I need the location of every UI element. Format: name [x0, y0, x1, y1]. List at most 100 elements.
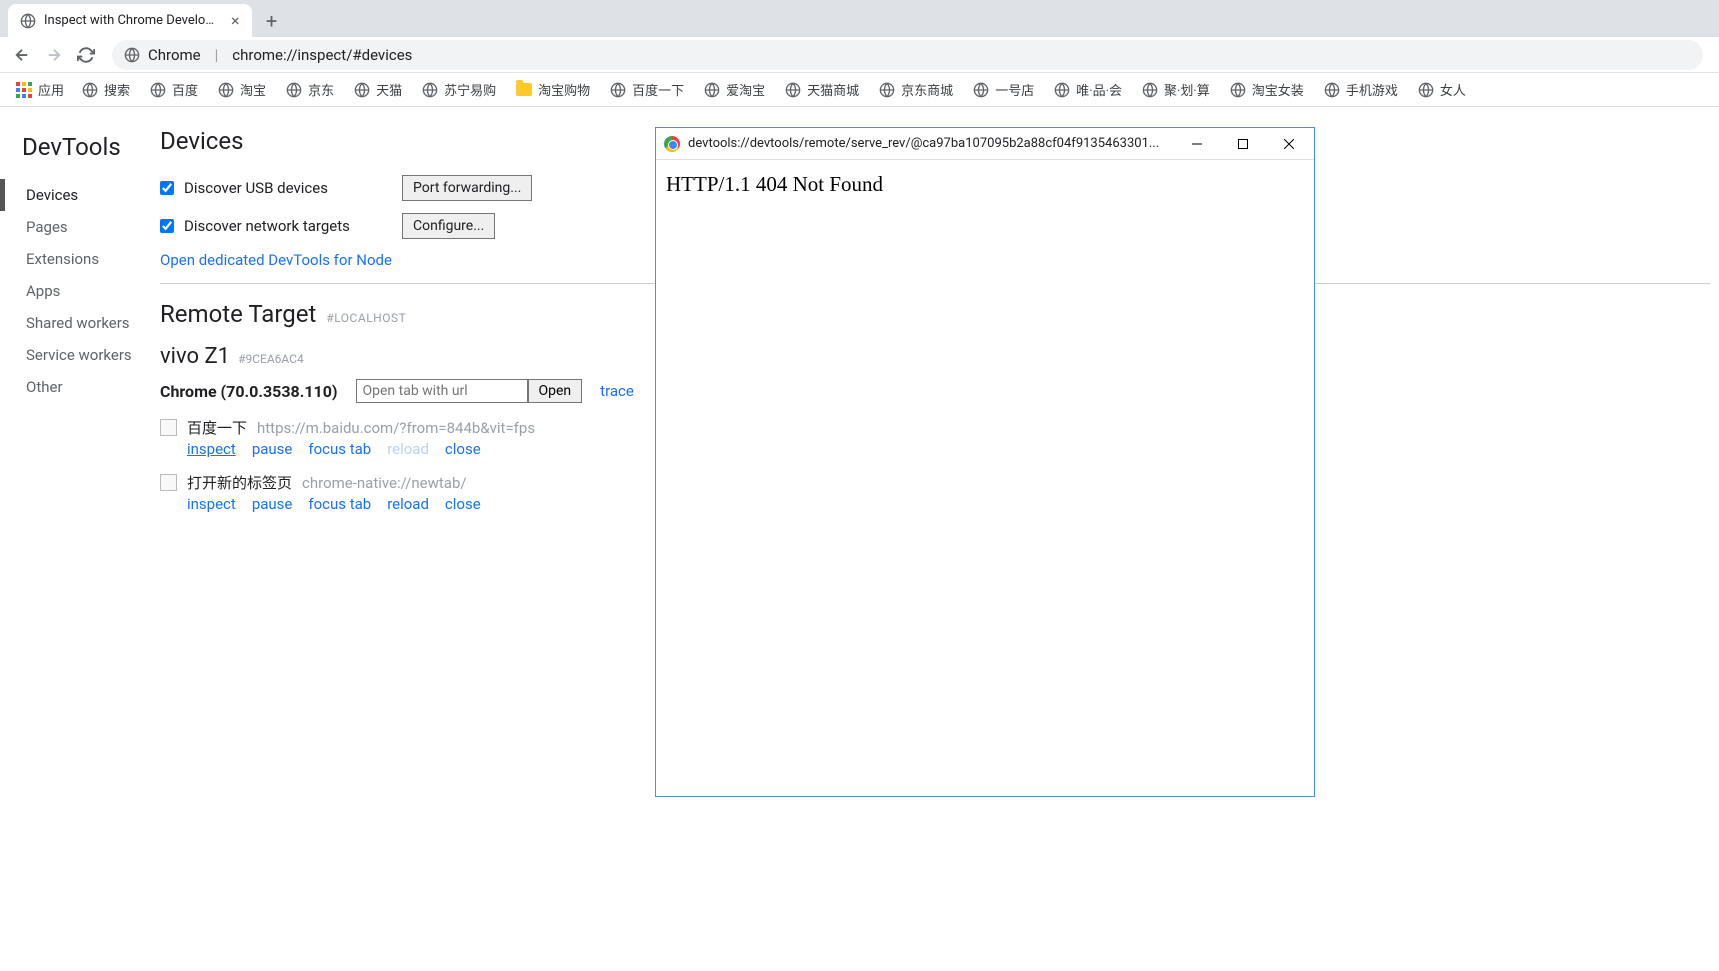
- sidebar-item-extensions[interactable]: Extensions: [0, 243, 150, 275]
- page-content: DevTools DevicesPagesExtensionsAppsShare…: [0, 107, 1719, 971]
- close-icon[interactable]: ×: [227, 9, 244, 32]
- globe-icon: [150, 82, 166, 98]
- bookmark-label: 天猫: [376, 80, 402, 99]
- trace-link[interactable]: trace: [600, 382, 634, 400]
- bookmark-item[interactable]: 淘宝: [208, 76, 276, 103]
- back-button[interactable]: [8, 41, 36, 69]
- globe-icon: [973, 82, 989, 98]
- sidebar-item-devices[interactable]: Devices: [0, 179, 150, 211]
- bookmark-item[interactable]: 天猫: [344, 76, 412, 103]
- sidebar-title: DevTools: [0, 127, 150, 179]
- bookmark-label: 唯·品·会: [1076, 80, 1122, 99]
- pause-link[interactable]: pause: [252, 495, 293, 513]
- discover-usb-checkbox[interactable]: [160, 181, 174, 195]
- bookmarks-bar: 应用 搜索 百度 淘宝 京东 天猫 苏宁易购 淘宝购物百度一下 爱淘宝 天猫商城京东商城一号店 唯…: [0, 73, 1719, 107]
- folder-icon: [516, 83, 532, 96]
- bookmark-label: 淘宝女装: [1252, 80, 1304, 99]
- devtools-popup-window: devtools://devtools/remote/serve_rev/@ca…: [655, 127, 1315, 797]
- reload-link[interactable]: reload: [387, 495, 429, 513]
- inspect-link[interactable]: inspect: [187, 495, 236, 513]
- bookmark-item[interactable]: 淘宝购物: [506, 76, 600, 103]
- globe-icon: [879, 82, 895, 98]
- port-forwarding-button[interactable]: Port forwarding...: [402, 175, 532, 201]
- bookmark-item[interactable]: 百度一下: [600, 76, 694, 103]
- bookmark-item[interactable]: 京东商城: [869, 76, 963, 103]
- node-devtools-link[interactable]: Open dedicated DevTools for Node: [160, 251, 392, 269]
- focus-link[interactable]: focus tab: [308, 440, 371, 458]
- sidebar-item-apps[interactable]: Apps: [0, 275, 150, 307]
- pause-link[interactable]: pause: [252, 440, 293, 458]
- target-name: 百度一下: [187, 417, 247, 438]
- globe-icon: [704, 82, 720, 98]
- minimize-button[interactable]: [1174, 129, 1220, 159]
- forward-button[interactable]: [40, 41, 68, 69]
- sidebar-item-shared-workers[interactable]: Shared workers: [0, 307, 150, 339]
- sidebar-item-service-workers[interactable]: Service workers: [0, 339, 150, 371]
- bookmark-label: 百度: [172, 80, 198, 99]
- bookmark-item[interactable]: 淘宝女装: [1220, 76, 1314, 103]
- url-text: chrome://inspect/#devices: [232, 46, 412, 64]
- browser-tab[interactable]: Inspect with Chrome Develope ×: [8, 4, 252, 37]
- globe-icon: [1054, 82, 1070, 98]
- bookmark-label: 天猫商城: [807, 80, 859, 99]
- url-separator: |: [215, 46, 219, 64]
- bookmark-item[interactable]: 一号店: [963, 76, 1044, 103]
- maximize-button[interactable]: [1220, 129, 1266, 159]
- open-tab-input[interactable]: [356, 379, 528, 403]
- close-window-button[interactable]: [1266, 129, 1312, 159]
- address-bar[interactable]: Chrome | chrome://inspect/#devices: [112, 40, 1703, 70]
- globe-icon: [1324, 82, 1340, 98]
- bookmark-label: 京东: [308, 80, 334, 99]
- chrome-logo-icon: [664, 136, 680, 152]
- remote-hash: #LOCALHOST: [326, 311, 406, 325]
- target-name: 打开新的标签页: [187, 472, 292, 493]
- apps-icon: [16, 82, 32, 98]
- bookmark-item[interactable]: 天猫商城: [775, 76, 869, 103]
- globe-icon: [218, 82, 234, 98]
- bookmark-item[interactable]: 搜索: [72, 76, 140, 103]
- bookmark-label: 苏宁易购: [444, 80, 496, 99]
- bookmark-label: 淘宝购物: [538, 80, 590, 99]
- discover-usb-option[interactable]: Discover USB devices: [160, 179, 390, 197]
- bookmark-item[interactable]: 女人: [1408, 76, 1476, 103]
- target-url: chrome-native://newtab/: [302, 474, 467, 492]
- focus-link[interactable]: focus tab: [308, 495, 371, 513]
- sidebar-item-other[interactable]: Other: [0, 371, 150, 403]
- configure-button[interactable]: Configure...: [402, 213, 495, 239]
- apps-button[interactable]: 应用: [8, 76, 72, 103]
- close-link[interactable]: close: [445, 440, 481, 458]
- discover-network-checkbox[interactable]: [160, 219, 174, 233]
- bookmark-item[interactable]: 百度: [140, 76, 208, 103]
- discover-usb-label: Discover USB devices: [184, 179, 328, 197]
- reload-button[interactable]: [72, 41, 100, 69]
- bookmark-item[interactable]: 唯·品·会: [1044, 76, 1132, 103]
- target-favicon-placeholder: [160, 474, 177, 491]
- bookmark-label: 爱淘宝: [726, 80, 765, 99]
- globe-icon: [1230, 82, 1246, 98]
- globe-icon: [286, 82, 302, 98]
- globe-icon: [354, 82, 370, 98]
- target-url: https://m.baidu.com/?from=844b&vit=fps: [257, 419, 535, 437]
- globe-icon: [422, 82, 438, 98]
- popup-titlebar[interactable]: devtools://devtools/remote/serve_rev/@ca…: [656, 128, 1314, 160]
- discover-network-option[interactable]: Discover network targets: [160, 217, 390, 235]
- bookmark-item[interactable]: 京东: [276, 76, 344, 103]
- bookmark-item[interactable]: 苏宁易购: [412, 76, 506, 103]
- sidebar: DevTools DevicesPagesExtensionsAppsShare…: [0, 107, 150, 971]
- sidebar-item-pages[interactable]: Pages: [0, 211, 150, 243]
- globe-icon: [1142, 82, 1158, 98]
- bookmark-label: 淘宝: [240, 80, 266, 99]
- bookmark-item[interactable]: 爱淘宝: [694, 76, 775, 103]
- globe-icon: [82, 82, 98, 98]
- inspect-link[interactable]: inspect: [187, 440, 236, 458]
- bookmark-label: 手机游戏: [1346, 80, 1398, 99]
- new-tab-button[interactable]: +: [258, 7, 286, 35]
- close-link[interactable]: close: [445, 495, 481, 513]
- bookmark-item[interactable]: 聚·划·算: [1132, 76, 1220, 103]
- chrome-version-label: Chrome (70.0.3538.110): [160, 382, 338, 401]
- open-button[interactable]: Open: [528, 379, 583, 403]
- globe-icon: [20, 13, 36, 29]
- bookmark-item[interactable]: 手机游戏: [1314, 76, 1408, 103]
- globe-icon: [1418, 82, 1434, 98]
- reload-link: reload: [387, 440, 429, 458]
